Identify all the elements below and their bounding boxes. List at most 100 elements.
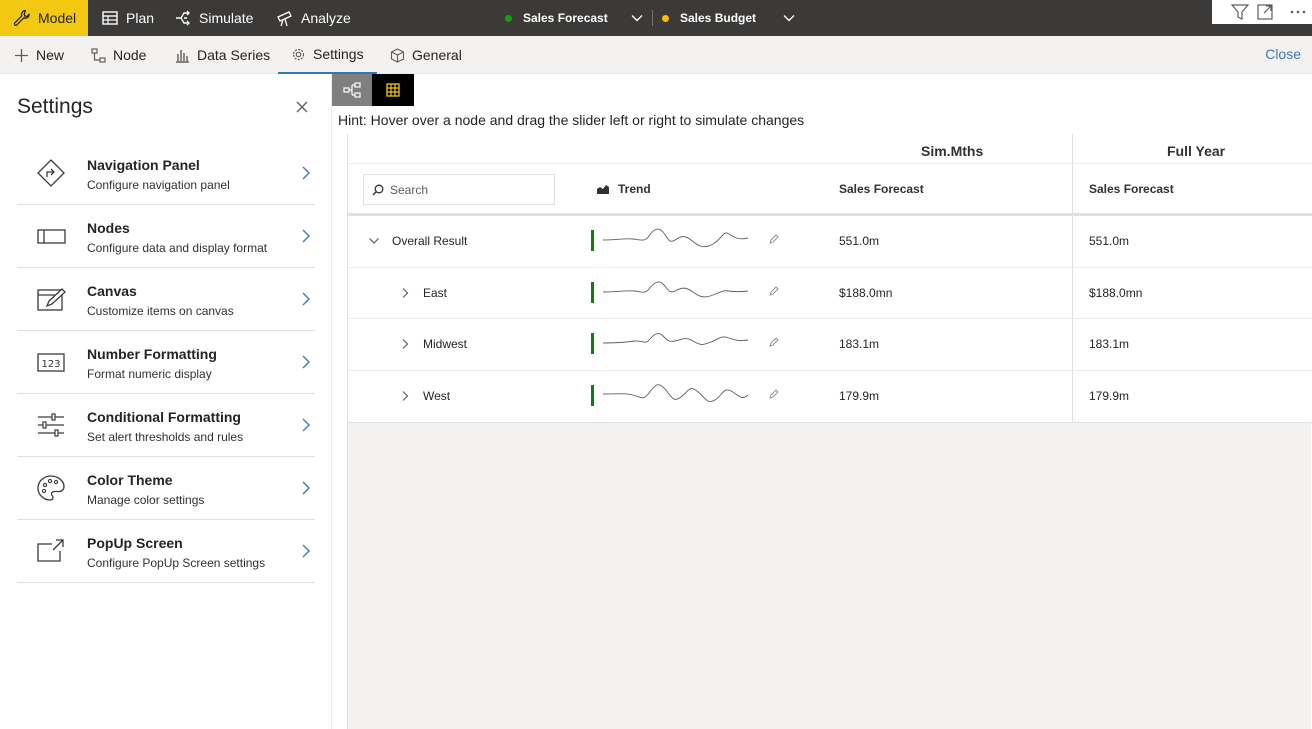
node-button[interactable]: Node [91, 36, 146, 74]
status-dot [505, 14, 512, 22]
chevron-right-icon [302, 544, 310, 558]
popup-icon [37, 539, 64, 562]
row-label: Midwest [423, 337, 468, 351]
filter-icon[interactable] [1230, 2, 1250, 22]
full-year-value: 551.0m [1089, 234, 1130, 248]
chevron-right-icon [302, 166, 310, 180]
edit-pencil-icon[interactable] [769, 234, 779, 244]
data-grid: Sim.Mths Full Year Search Trend Sales Fo… [348, 134, 1312, 423]
plus-icon [15, 48, 28, 62]
more-options-icon[interactable] [1288, 2, 1308, 22]
nav-analyze[interactable]: Analyze [276, 0, 351, 36]
settings-item-color-theme[interactable]: Color Theme Manage color settings [17, 457, 315, 520]
chevron-right-icon[interactable] [399, 287, 411, 299]
settings-item-navigation-panel[interactable]: Navigation Panel Configure navigation pa… [17, 142, 315, 205]
close-icon[interactable] [294, 99, 310, 115]
chevron-right-icon [302, 418, 310, 432]
sparkline [603, 281, 748, 297]
chevron-right-icon[interactable] [399, 338, 411, 350]
close-button[interactable]: Close [1265, 46, 1301, 62]
sparkline [603, 228, 748, 248]
panel-title: Settings [17, 95, 93, 118]
edit-pencil-icon[interactable] [769, 337, 779, 347]
trend-label: Trend [618, 182, 651, 196]
divider [652, 10, 653, 26]
row-label: Overall Result [392, 234, 468, 248]
chevron-right-icon [302, 355, 310, 369]
node-box-icon [37, 229, 66, 244]
wrench-icon [13, 9, 30, 26]
table-row[interactable]: East $188.0mn $188.0mn [348, 268, 1312, 319]
status-dot [662, 14, 669, 22]
data-series-button[interactable]: Data Series [175, 36, 270, 74]
nav-plan[interactable]: Plan [101, 0, 154, 36]
item-title: Conditional Formatting [87, 409, 241, 425]
general-button[interactable]: General [390, 36, 462, 74]
settings-menu: Navigation Panel Configure navigation pa… [17, 142, 315, 583]
top-navigation-bar: Model Plan Simulate Analyze Sales Foreca… [0, 0, 1312, 36]
cube-icon [390, 47, 405, 63]
item-title: Canvas [87, 283, 137, 299]
item-subtitle: Customize items on canvas [87, 304, 234, 318]
sim-mths-value: $188.0mn [839, 285, 893, 300]
settings-label: Settings [313, 46, 364, 62]
table-row[interactable]: Midwest 183.1m 183.1m [348, 319, 1312, 371]
sliders-icon [38, 413, 64, 437]
directions-icon [37, 159, 65, 187]
full-year-value: 179.9m [1089, 388, 1130, 403]
gear-icon [292, 48, 305, 60]
settings-tab[interactable]: Settings [278, 36, 377, 74]
table-row[interactable]: Overall Result 551.0m 551.0m [348, 216, 1312, 268]
general-label: General [412, 47, 462, 63]
chevron-down-icon[interactable] [368, 235, 380, 247]
search-placeholder: Search [390, 182, 429, 197]
row-label: West [423, 388, 451, 403]
trend-indicator-bar [591, 281, 594, 303]
group-header-row: Sim.Mths Full Year [348, 134, 1312, 164]
sim-mths-value: 179.9m [839, 388, 880, 403]
settings-item-popup-screen[interactable]: PopUp Screen Configure PopUp Screen sett… [17, 520, 315, 583]
nav-analyze-label: Analyze [301, 10, 351, 26]
settings-item-conditional-formatting[interactable]: Conditional Formatting Set alert thresho… [17, 394, 315, 457]
edit-pencil-icon[interactable] [769, 388, 779, 399]
item-title: Nodes [87, 220, 130, 236]
search-icon [372, 184, 384, 195]
item-subtitle: Format numeric display [87, 367, 212, 381]
full-year-value: $188.0mn [1089, 285, 1143, 300]
chevron-down-icon [783, 15, 795, 22]
nav-simulate[interactable]: Simulate [174, 0, 253, 36]
column-header-sim-sales-forecast: Sales Forecast [839, 182, 924, 196]
column-header-full-sales-forecast: Sales Forecast [1089, 182, 1174, 196]
scenario-sales-budget[interactable]: Sales Budget [662, 0, 796, 36]
settings-item-number-formatting[interactable]: 123 Number Formatting Format numeric dis… [17, 331, 315, 394]
table-row[interactable]: West 179.9m 179.9m [348, 371, 1312, 423]
item-subtitle: Configure navigation panel [87, 178, 230, 192]
search-input[interactable]: Search [363, 174, 555, 205]
item-title: PopUp Screen [87, 535, 183, 551]
table-view-button[interactable] [372, 74, 414, 106]
item-title: Number Formatting [87, 346, 217, 362]
item-subtitle: Configure data and display format [87, 241, 268, 255]
nav-model[interactable]: Model [0, 0, 88, 36]
scenario-sales-forecast[interactable]: Sales Forecast [505, 0, 644, 36]
focus-mode-icon[interactable] [1255, 2, 1275, 22]
svg-text:123: 123 [41, 359, 60, 370]
node-label: Node [113, 47, 147, 63]
sparkline [603, 383, 748, 402]
item-subtitle: Manage color settings [87, 493, 205, 507]
edit-pencil-icon[interactable] [769, 285, 779, 296]
nav-simulate-label: Simulate [199, 10, 254, 26]
graph-view-button[interactable] [332, 74, 372, 106]
trend-column-header: Trend [597, 182, 651, 196]
settings-item-canvas[interactable]: Canvas Customize items on canvas [17, 268, 315, 331]
palette-icon [37, 475, 65, 501]
scenario-label: Sales Budget [680, 11, 757, 25]
column-header-row: Search Trend Sales Forecast Sales Foreca… [348, 164, 1312, 216]
main-content: Hint: Hover over a node and drag the sli… [332, 74, 1312, 729]
number-123-icon: 123 [37, 353, 65, 372]
item-subtitle: Set alert thresholds and rules [87, 430, 244, 444]
chevron-right-icon[interactable] [399, 390, 411, 402]
new-button[interactable]: New [14, 36, 64, 74]
item-subtitle: Configure PopUp Screen settings [87, 556, 266, 570]
settings-item-nodes[interactable]: Nodes Configure data and display format [17, 205, 315, 268]
